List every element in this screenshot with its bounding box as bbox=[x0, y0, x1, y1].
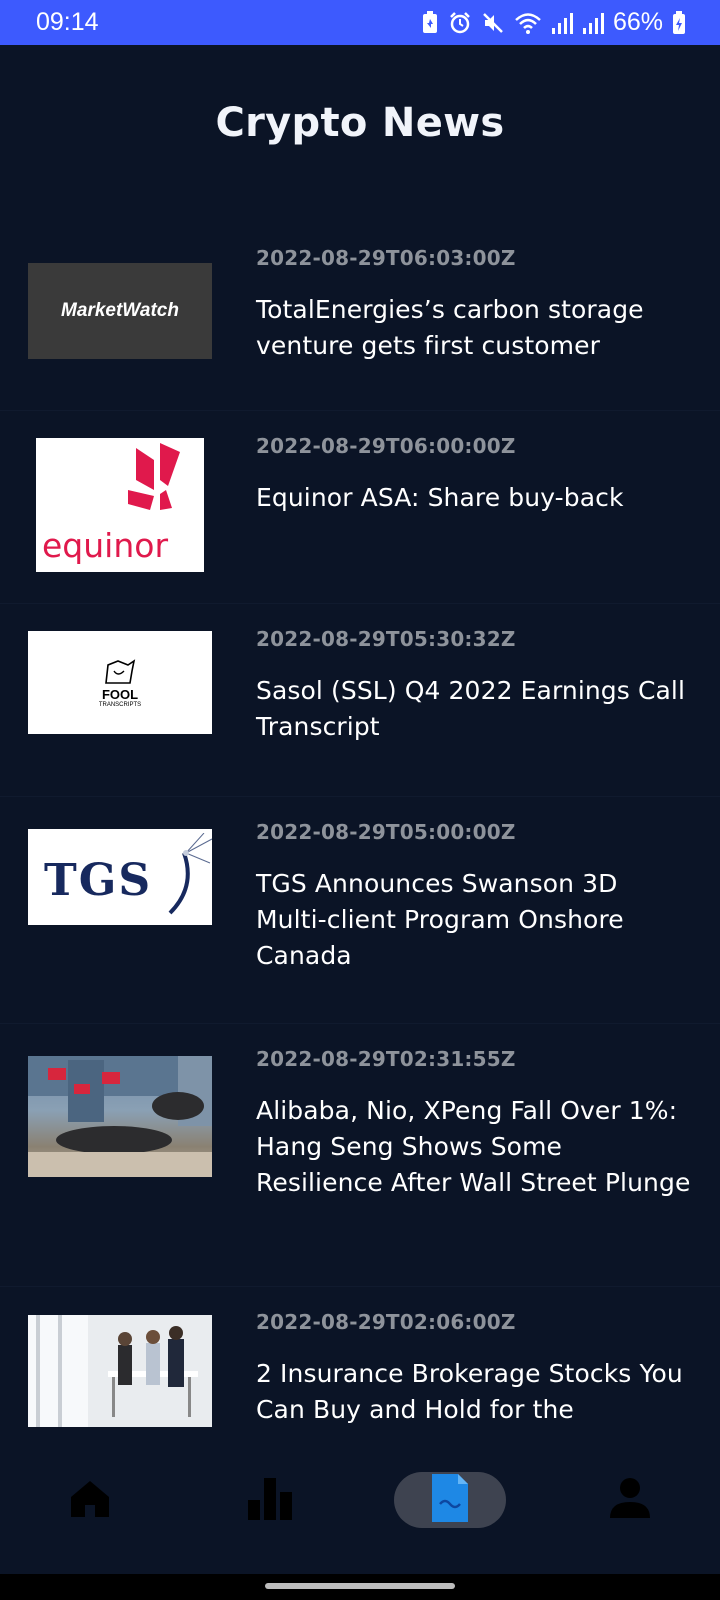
news-list[interactable]: MarketWatch 2022-08-29T06:03:00Z TotalEn… bbox=[0, 220, 720, 1432]
news-thumbnail: TGS bbox=[28, 829, 212, 925]
bar-chart-icon bbox=[246, 1474, 294, 1526]
news-item[interactable]: 2022-08-29T02:06:00Z 2 Insurance Brokera… bbox=[0, 1286, 720, 1432]
signal-icon bbox=[551, 11, 573, 35]
profile-icon bbox=[608, 1476, 652, 1524]
fool-logo-subtext: TRANSCRIPTS bbox=[98, 702, 142, 708]
bottom-navigation bbox=[0, 1432, 720, 1574]
news-icon bbox=[430, 1472, 470, 1528]
status-icons: 66% bbox=[421, 8, 686, 37]
news-title[interactable]: Equinor ASA: Share buy-back bbox=[256, 480, 696, 516]
news-date: 2022-08-29T05:30:32Z bbox=[256, 627, 516, 651]
wifi-icon bbox=[514, 11, 542, 35]
news-thumbnail: MarketWatch bbox=[28, 263, 212, 359]
news-date: 2022-08-29T02:06:00Z bbox=[256, 1310, 516, 1334]
office-meeting-photo bbox=[28, 1315, 198, 1427]
nav-news[interactable] bbox=[394, 1472, 506, 1528]
news-date: 2022-08-29T02:31:55Z bbox=[256, 1047, 516, 1071]
mute-icon bbox=[481, 11, 505, 35]
battery-percent: 66% bbox=[612, 8, 663, 36]
tgs-logo-text: TGS bbox=[44, 855, 153, 906]
news-title[interactable]: TotalEnergies’s carbon storage venture g… bbox=[256, 292, 696, 364]
news-item[interactable]: FOOL TRANSCRIPTS 2022-08-29T05:30:32Z Sa… bbox=[0, 603, 720, 797]
status-bar: 09:14 66% bbox=[0, 0, 720, 45]
fool-logo-text: FOOL bbox=[101, 687, 139, 702]
equinor-logo-text: equinor bbox=[42, 526, 169, 565]
news-title[interactable]: 2 Insurance Brokerage Stocks You Can Buy… bbox=[256, 1356, 696, 1428]
battery-icon bbox=[672, 10, 686, 35]
status-time: 09:14 bbox=[36, 8, 99, 36]
battery-saver-icon bbox=[421, 10, 439, 35]
news-date: 2022-08-29T06:00:00Z bbox=[256, 434, 516, 458]
nav-stats[interactable] bbox=[228, 1472, 312, 1528]
home-gesture-handle[interactable] bbox=[265, 1583, 455, 1589]
system-gesture-bar bbox=[0, 1574, 720, 1600]
fool-jester-icon bbox=[105, 659, 136, 684]
news-date: 2022-08-29T06:03:00Z bbox=[256, 246, 516, 270]
bull-statue-photo bbox=[28, 1056, 212, 1177]
nav-profile[interactable] bbox=[588, 1472, 672, 1528]
news-thumbnail bbox=[28, 1315, 212, 1427]
news-item[interactable]: TGS 2022-08-29T05:00:00Z TGS Announces S… bbox=[0, 796, 720, 1024]
home-icon bbox=[67, 1475, 113, 1525]
news-title[interactable]: Sasol (SSL) Q4 2022 Earnings Call Transc… bbox=[256, 673, 696, 745]
news-title[interactable]: TGS Announces Swanson 3D Multi-client Pr… bbox=[256, 866, 696, 974]
news-item[interactable]: MarketWatch 2022-08-29T06:03:00Z TotalEn… bbox=[0, 220, 720, 411]
tgs-logo-arc bbox=[168, 833, 212, 915]
page-title: Crypto News bbox=[215, 100, 505, 146]
alarm-icon bbox=[448, 11, 472, 35]
news-item[interactable]: 2022-08-29T02:31:55Z Alibaba, Nio, XPeng… bbox=[0, 1023, 720, 1287]
news-date: 2022-08-29T05:00:00Z bbox=[256, 820, 516, 844]
marketwatch-logo: MarketWatch bbox=[61, 300, 179, 321]
news-item[interactable]: equinor 2022-08-29T06:00:00Z Equinor ASA… bbox=[0, 410, 720, 604]
nav-home[interactable] bbox=[48, 1472, 132, 1528]
news-thumbnail: equinor bbox=[36, 438, 204, 572]
signal-icon bbox=[582, 11, 604, 35]
news-thumbnail bbox=[28, 1056, 212, 1177]
news-thumbnail: FOOL TRANSCRIPTS bbox=[28, 631, 212, 734]
news-title[interactable]: Alibaba, Nio, XPeng Fall Over 1%: Hang S… bbox=[256, 1093, 696, 1201]
